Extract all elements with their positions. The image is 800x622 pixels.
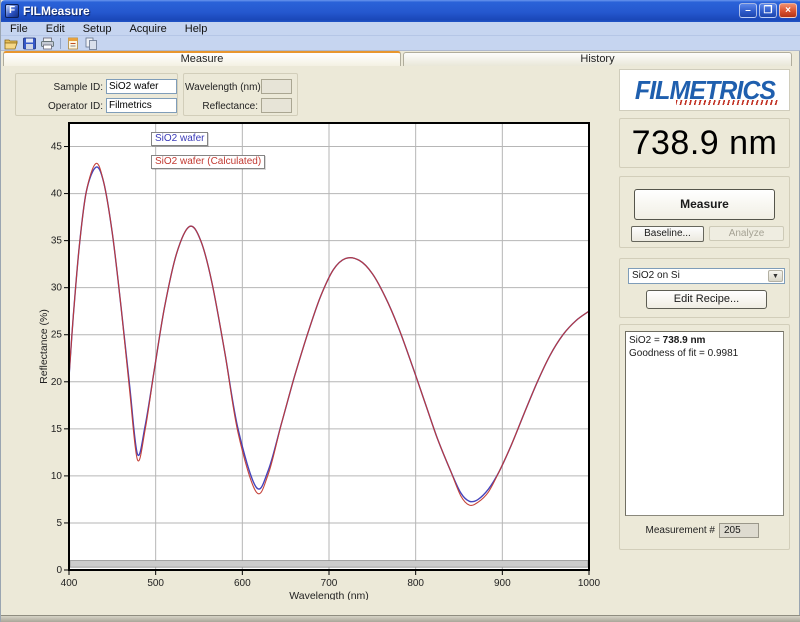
svg-text:Wavelength (nm): Wavelength (nm) xyxy=(289,590,369,600)
print-icon[interactable] xyxy=(40,37,55,50)
svg-text:15: 15 xyxy=(51,424,63,435)
svg-text:40: 40 xyxy=(51,189,63,200)
measurement-number-label: Measurement # xyxy=(633,525,715,536)
sample-id-label: Sample ID: xyxy=(19,82,103,93)
restore-button[interactable]: ❐ xyxy=(759,3,777,18)
wavelength-label: Wavelength (nm): xyxy=(185,82,258,93)
svg-text:35: 35 xyxy=(51,236,63,247)
thickness-readout: 738.9 nm xyxy=(619,118,790,168)
svg-text:500: 500 xyxy=(147,578,164,589)
window-title: FILMeasure xyxy=(23,4,90,18)
svg-text:600: 600 xyxy=(234,578,251,589)
tab-measure[interactable]: Measure xyxy=(3,51,401,66)
filmeasure-window: F FILMeasure – ❐ × File Edit Setup Acqui… xyxy=(0,0,800,622)
title-bar[interactable]: F FILMeasure – ❐ × xyxy=(1,0,800,22)
menu-bar: File Edit Setup Acquire Help xyxy=(1,22,800,36)
spectrum-plot[interactable]: 400 500 600 700 800 900 1000 0 5 10 15 20 25 30 35 40 45… xyxy=(36,120,601,600)
measurement-number-field: 205 xyxy=(719,523,759,538)
menu-acquire[interactable]: Acquire xyxy=(120,22,175,36)
menu-setup[interactable]: Setup xyxy=(74,22,121,36)
chevron-down-icon[interactable]: ▼ xyxy=(768,270,783,282)
svg-text:800: 800 xyxy=(407,578,424,589)
legend-measured: SiO2 wafer xyxy=(151,132,208,146)
svg-text:900: 900 xyxy=(494,578,511,589)
analyze-button: Analyze xyxy=(709,226,784,241)
close-button[interactable]: × xyxy=(779,3,797,18)
menu-file[interactable]: File xyxy=(1,22,37,36)
recipe-dropdown[interactable]: SiO2 on Si ▼ xyxy=(628,268,785,284)
measure-button[interactable]: Measure xyxy=(634,189,775,220)
filmetrics-logo-hatch xyxy=(676,100,779,105)
open-icon[interactable] xyxy=(4,37,19,50)
save-icon[interactable] xyxy=(22,37,37,50)
recipe-groupbox xyxy=(619,258,790,318)
result-thickness-line: SiO2 = 738.9 nm xyxy=(629,334,780,347)
svg-text:45: 45 xyxy=(51,142,63,153)
copy-icon[interactable] xyxy=(84,37,99,50)
toolbar xyxy=(1,36,800,51)
app-icon: F xyxy=(5,4,19,18)
operator-id-input[interactable] xyxy=(106,98,177,113)
menu-edit[interactable]: Edit xyxy=(37,22,74,36)
window-bottom-edge xyxy=(1,615,800,622)
svg-text:400: 400 xyxy=(61,578,78,589)
baseline-button[interactable]: Baseline... xyxy=(631,226,704,242)
svg-text:30: 30 xyxy=(51,283,63,294)
document-icon[interactable] xyxy=(66,37,81,50)
results-listbox[interactable]: SiO2 = 738.9 nm Goodness of fit = 0.9981 xyxy=(625,331,784,516)
recipe-selected-value: SiO2 on Si xyxy=(632,270,680,281)
spectrum-chart[interactable]: 400 500 600 700 800 900 1000 0 5 10 15 20 25 30 35 40 45… xyxy=(36,120,601,600)
svg-text:Reflectance (%): Reflectance (%) xyxy=(38,309,50,384)
svg-text:5: 5 xyxy=(56,518,62,529)
result-thickness-value: 738.9 nm xyxy=(663,335,706,346)
operator-id-label: Operator ID: xyxy=(19,101,103,112)
legend-calculated: SiO2 wafer (Calculated) xyxy=(151,155,265,169)
svg-text:25: 25 xyxy=(51,330,63,341)
sample-id-input[interactable] xyxy=(106,79,177,94)
svg-text:1000: 1000 xyxy=(578,578,601,589)
svg-text:0: 0 xyxy=(56,565,62,576)
svg-text:20: 20 xyxy=(51,377,63,388)
reflectance-value-field xyxy=(261,98,292,113)
filmetrics-logo: FILMETRICS xyxy=(619,69,790,111)
result-gof-line: Goodness of fit = 0.9981 xyxy=(629,347,780,360)
wavelength-value-field xyxy=(261,79,292,94)
svg-text:700: 700 xyxy=(321,578,338,589)
toolbar-separator xyxy=(60,38,61,49)
tab-history[interactable]: History xyxy=(403,52,792,66)
svg-text:10: 10 xyxy=(51,471,63,482)
menu-help[interactable]: Help xyxy=(176,22,217,36)
minimize-button[interactable]: – xyxy=(739,3,757,18)
edit-recipe-button[interactable]: Edit Recipe... xyxy=(646,290,767,309)
reflectance-label: Reflectance: xyxy=(185,101,258,112)
